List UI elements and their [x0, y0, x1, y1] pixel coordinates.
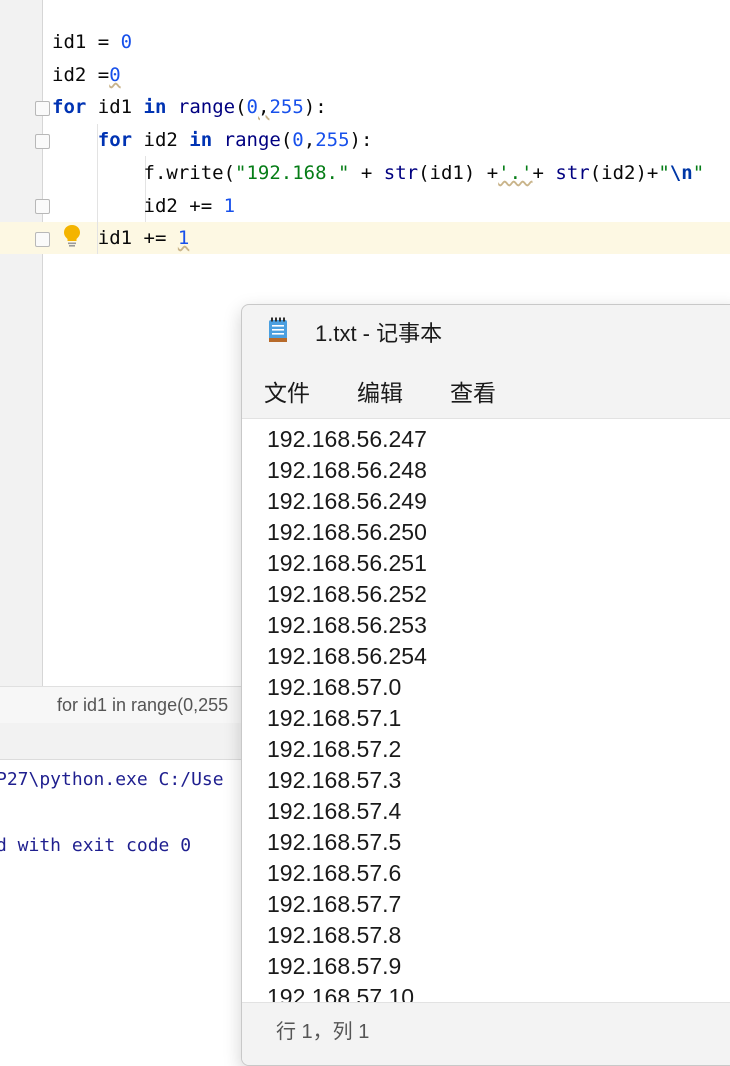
notepad-window: 1.txt - 记事本 文件 编辑 查看 192.168.56.247 192.1…: [241, 304, 730, 1066]
fold-end-icon[interactable]: [35, 199, 50, 214]
code-token: \n: [669, 162, 693, 184]
text-line: 192.168.57.9: [267, 953, 402, 979]
code-token: 1: [223, 195, 236, 217]
text-line: 192.168.56.248: [267, 457, 427, 483]
code-token: ": [692, 162, 705, 184]
code-token: 0: [292, 129, 304, 151]
code-token: (id1) +: [418, 162, 499, 184]
text-line: 192.168.57.4: [267, 798, 402, 824]
code-token: ):: [349, 129, 373, 151]
text-line: 192.168.57.7: [267, 891, 402, 917]
notepad-titlebar[interactable]: 1.txt - 记事本: [242, 305, 730, 357]
code-line[interactable]: id2 =0: [52, 59, 121, 91]
code-token: ,: [257, 96, 270, 118]
code-token: (: [280, 129, 293, 151]
text-line: 192.168.56.254: [267, 643, 427, 669]
text-line: 192.168.56.253: [267, 612, 427, 638]
text-line: 192.168.56.252: [267, 581, 427, 607]
text-line: 192.168.56.250: [267, 519, 427, 545]
text-line: 192.168.57.3: [267, 767, 402, 793]
code-token: id2: [132, 129, 190, 151]
menu-bar: 文件 编辑 查看: [242, 361, 730, 417]
cursor-position: 行 1，列 1: [276, 1021, 370, 1043]
code-token: +: [349, 162, 384, 184]
text-line: 192.168.57.2: [267, 736, 402, 762]
code-token: 0: [109, 64, 121, 86]
code-token: ):: [303, 96, 327, 118]
code-token: f.write(: [52, 162, 236, 184]
text-line: 192.168.57.10: [267, 984, 415, 1002]
code-token: id1 =: [52, 31, 121, 53]
code-token: '.': [498, 162, 533, 184]
console-line: P27\python.exe C:/Use: [0, 769, 224, 790]
code-token: for: [52, 96, 87, 118]
text-area[interactable]: 192.168.56.247 192.168.56.248 192.168.56.2…: [242, 418, 730, 1002]
code-token: id2 =: [52, 64, 110, 86]
menu-edit[interactable]: 编辑: [357, 374, 403, 408]
text-line: 192.168.56.251: [267, 550, 427, 576]
code-token: 1: [177, 227, 190, 249]
status-bar: 行 1，列 1: [242, 1002, 730, 1065]
code-token: ,: [303, 129, 316, 151]
window-title: 1.txt - 记事本: [315, 321, 443, 346]
lightbulb-icon[interactable]: [63, 224, 81, 248]
fold-marker-icon[interactable]: [35, 134, 50, 149]
code-token: 255: [315, 129, 350, 151]
code-token: in: [189, 129, 213, 151]
code-token: in: [143, 96, 167, 118]
fold-end-icon[interactable]: [35, 232, 50, 247]
code-token: "192.168.": [235, 162, 350, 184]
text-line: 192.168.57.6: [267, 860, 402, 886]
code-line[interactable]: f.write("192.168." + str(id1) +'.'+ str(…: [52, 157, 705, 189]
code-line[interactable]: id1 = 0: [52, 26, 132, 58]
console-line: d with exit code 0: [0, 835, 192, 856]
code-token: ": [658, 162, 670, 184]
code-token: +: [532, 162, 556, 184]
text-line: 192.168.57.0: [267, 674, 402, 700]
code-token: range: [177, 96, 236, 118]
code-token: id2 +=: [52, 195, 224, 217]
fold-marker-icon[interactable]: [35, 101, 50, 116]
text-line: 192.168.57.8: [267, 922, 402, 948]
code-token: str: [555, 162, 590, 184]
code-token: 0: [120, 31, 133, 53]
code-token: for: [97, 129, 133, 151]
notepad-icon: [269, 317, 287, 342]
text-line: 192.168.56.249: [267, 488, 427, 514]
breadcrumb-label[interactable]: for id1 in range(0,255: [57, 695, 228, 716]
text-line: 192.168.57.1: [267, 705, 402, 731]
code-token: 255: [269, 96, 304, 118]
code-token: str: [383, 162, 419, 184]
text-line: 192.168.56.247: [267, 426, 427, 452]
code-line[interactable]: for id1 in range(0,255):: [52, 91, 327, 123]
menu-view[interactable]: 查看: [450, 374, 496, 408]
menu-file[interactable]: 文件: [264, 374, 310, 408]
code-line[interactable]: for id2 in range(0,255):: [52, 124, 373, 156]
code-token: (id2)+: [589, 162, 659, 184]
code-line[interactable]: id2 += 1: [52, 190, 236, 222]
code-token: range: [223, 129, 281, 151]
code-token: (: [235, 96, 247, 118]
code-token: 0: [246, 96, 258, 118]
text-line: 192.168.57.5: [267, 829, 402, 855]
code-token: id1: [86, 96, 144, 118]
